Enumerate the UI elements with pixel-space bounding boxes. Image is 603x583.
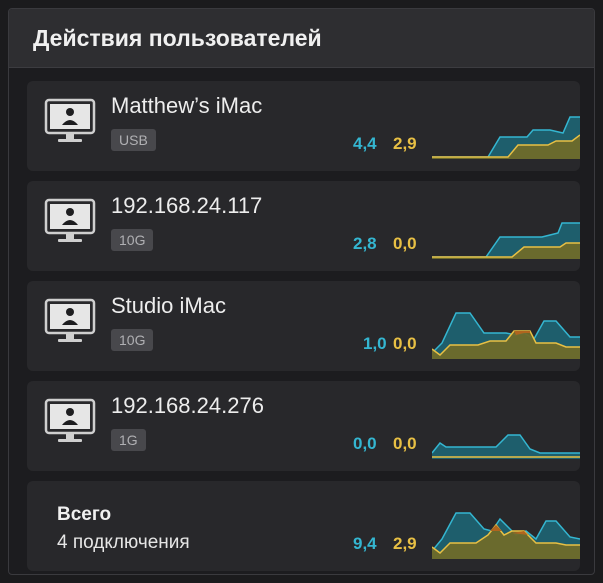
activity-sparkline: [432, 434, 580, 459]
connection-row[interactable]: Studio iMac 10G 1,0 0,0: [27, 281, 580, 371]
upload-rate: 4,4: [353, 134, 377, 153]
panel-title: Действия пользователей: [33, 24, 322, 51]
download-rate: 0,0: [393, 234, 417, 253]
activity-sparkline: [432, 222, 580, 259]
connection-type-badge: 10G: [111, 329, 154, 351]
connection-name: Matthew’s iMac: [111, 93, 263, 118]
download-rate: 0,0: [393, 334, 417, 353]
panel-header: Действия пользователей: [9, 9, 594, 68]
connection-type-badge: USB: [111, 129, 156, 151]
total-activity-sparkline: [432, 512, 580, 559]
monitor-user-icon: [44, 398, 96, 442]
connection-name: 192.168.24.276: [111, 393, 264, 418]
total-download-rate: 2,9: [393, 534, 417, 553]
total-connections-count: 4 подключения: [57, 532, 190, 553]
connections-list: Matthew’s iMac USB 4,4 2,9 192.168.24.11…: [27, 81, 580, 574]
total-row: Всего 4 подключения 9,4 2,9: [27, 481, 580, 571]
connection-row[interactable]: 192.168.24.276 1G 0,0 0,0: [27, 381, 580, 471]
activity-sparkline: [432, 312, 580, 359]
download-rate: 0,0: [393, 434, 417, 453]
connection-row[interactable]: 192.168.24.117 10G 2,8 0,0: [27, 181, 580, 271]
upload-rate: 0,0: [353, 434, 377, 453]
upload-rate: 2,8: [353, 234, 377, 253]
connection-type-badge: 1G: [111, 429, 146, 451]
total-label: Всего: [57, 504, 112, 525]
connection-row[interactable]: Matthew’s iMac USB 4,4 2,9: [27, 81, 580, 171]
connection-name: Studio iMac: [111, 293, 226, 318]
connection-type-badge: 10G: [111, 229, 154, 251]
activity-sparkline: [432, 116, 580, 159]
connection-name: 192.168.24.117: [111, 193, 263, 218]
download-rate: 2,9: [393, 134, 417, 153]
monitor-user-icon: [44, 298, 96, 342]
upload-rate: 1,0: [363, 334, 387, 353]
total-upload-rate: 9,4: [353, 534, 377, 553]
user-activity-panel: Действия пользователей Matthew’s iMac US…: [8, 8, 595, 575]
monitor-user-icon: [44, 198, 96, 242]
monitor-user-icon: [44, 98, 96, 142]
